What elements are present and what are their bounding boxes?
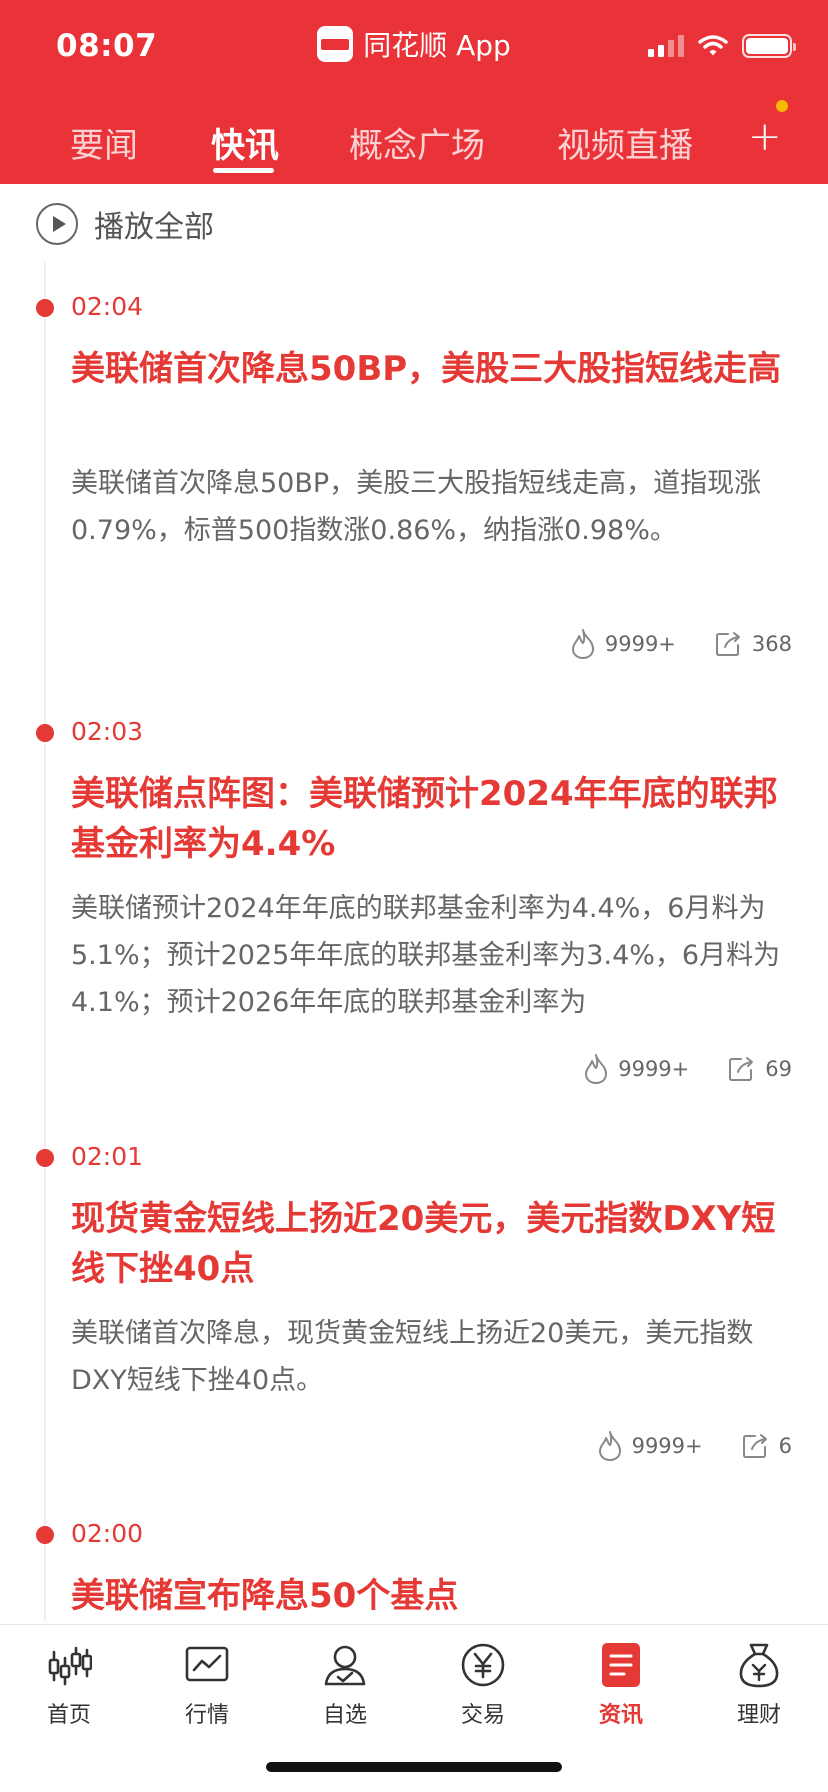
news-body: 美联储预计2024年年底的联邦基金利率为4.4%，6月料为5.1%；预计2025… xyxy=(71,893,781,1018)
news-icon xyxy=(595,1639,647,1691)
nav-label: 行情 xyxy=(184,1703,229,1728)
share-icon xyxy=(742,1434,767,1458)
share-icon xyxy=(715,632,740,656)
add-tab-icon[interactable]: + xyxy=(748,114,782,160)
play-icon xyxy=(36,203,78,245)
tab-video-live[interactable]: 视频直播 xyxy=(557,118,693,167)
flame-icon xyxy=(585,1054,608,1084)
timeline-dot xyxy=(36,1526,54,1544)
news-title[interactable]: 美联储首次降息50BP，美股三大股指短线走高 xyxy=(71,344,797,394)
share-count: 69 xyxy=(765,1057,792,1081)
active-tab-indicator xyxy=(213,168,274,173)
nav-news[interactable]: 资讯 xyxy=(552,1639,690,1729)
wifi-icon xyxy=(698,35,728,56)
heat-count: 9999+ xyxy=(604,632,676,656)
news-time: 02:00 xyxy=(71,1519,144,1548)
nav-label: 理财 xyxy=(736,1703,781,1728)
top-tabs: 要闻 快讯 概念广场 视频直播 + xyxy=(0,108,828,184)
notification-dot xyxy=(776,100,788,112)
nav-label: 交易 xyxy=(460,1703,505,1728)
heat-count: 9999+ xyxy=(631,1434,703,1458)
tab-concepts[interactable]: 概念广场 xyxy=(349,118,485,167)
nav-market[interactable]: 行情 xyxy=(138,1639,276,1729)
share-stat[interactable]: 69 xyxy=(727,1055,792,1083)
share-stat[interactable]: 368 xyxy=(714,630,792,658)
play-all-button[interactable]: 播放全部 xyxy=(36,202,214,246)
news-title[interactable]: 美联储点阵图：美联储预计2024年年底的联邦基金利率为4.4% xyxy=(71,769,797,869)
heat-stat[interactable]: 9999+ xyxy=(582,1053,689,1085)
cellular-signal-icon xyxy=(648,35,684,57)
news-body: 美联储首次降息，现货黄金短线上扬近20美元，美元指数DXY短线下挫40点。 xyxy=(71,1318,754,1396)
news-title[interactable]: 现货黄金短线上扬近20美元，美元指数DXY短线下挫40点 xyxy=(71,1194,797,1294)
app-title-text: 同花顺 App xyxy=(363,29,511,62)
timeline-dot xyxy=(36,724,54,742)
play-all-label: 播放全部 xyxy=(94,210,214,245)
tab-news[interactable]: 要闻 xyxy=(70,118,138,167)
news-time: 02:01 xyxy=(71,1142,144,1171)
flame-icon xyxy=(571,629,594,659)
timeline-dot xyxy=(36,1149,54,1167)
nav-label: 资讯 xyxy=(598,1703,643,1728)
home-indicator xyxy=(266,1762,562,1772)
chart-line-icon xyxy=(181,1639,233,1691)
app-header: 08:07 同花顺 App 要闻 快讯 概念广场 视频直播 + xyxy=(0,0,828,184)
timeline-line xyxy=(44,262,46,1622)
heat-stat[interactable]: 9999+ xyxy=(596,1430,703,1462)
nav-home[interactable]: 首页 xyxy=(0,1639,138,1729)
heat-count: 9999+ xyxy=(618,1057,690,1081)
app-logo-icon xyxy=(317,26,354,62)
money-bag-icon xyxy=(733,1639,785,1691)
news-body: 美联储首次降息50BP，美股三大股指短线走高，道指现涨0.79%，标普500指数… xyxy=(71,468,762,546)
nav-label: 首页 xyxy=(46,1703,91,1728)
news-stats: 9999+ 6 xyxy=(596,1430,792,1462)
news-title[interactable]: 美联储宣布降息50个基点 xyxy=(71,1571,797,1621)
nav-watchlist[interactable]: 自选 xyxy=(276,1639,414,1729)
news-stats: 9999+ 69 xyxy=(582,1053,792,1085)
battery-icon xyxy=(742,34,796,58)
candlestick-icon xyxy=(43,1639,95,1691)
status-icons xyxy=(648,34,796,58)
user-check-icon xyxy=(319,1639,371,1691)
tab-flash[interactable]: 快讯 xyxy=(211,118,279,167)
nav-wealth[interactable]: 理财 xyxy=(690,1639,828,1729)
flame-icon xyxy=(598,1431,621,1461)
news-time: 02:03 xyxy=(71,717,144,746)
share-count: 6 xyxy=(778,1434,792,1458)
heat-stat[interactable]: 9999+ xyxy=(569,628,676,660)
nav-trade[interactable]: 交易 xyxy=(414,1639,552,1729)
share-stat[interactable]: 6 xyxy=(741,1432,792,1460)
timeline-dot xyxy=(36,299,54,317)
yen-coin-icon xyxy=(457,1639,509,1691)
nav-label: 自选 xyxy=(322,1703,367,1728)
news-time: 02:04 xyxy=(71,292,144,321)
share-icon xyxy=(729,1057,754,1081)
news-stats: 9999+ 368 xyxy=(569,628,792,660)
share-count: 368 xyxy=(751,632,792,656)
